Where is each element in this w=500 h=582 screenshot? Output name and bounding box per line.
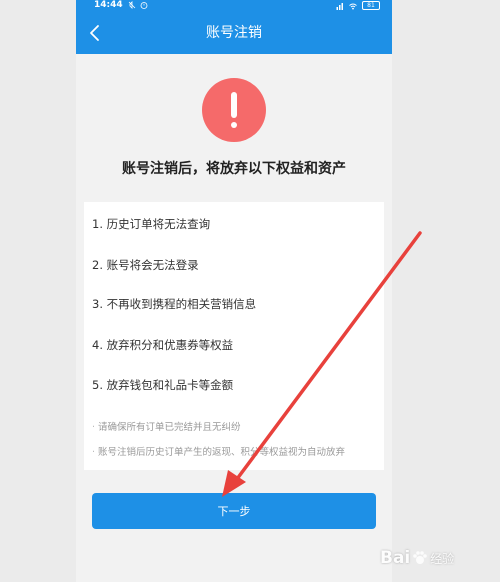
phone-screen: 14:44 81 账号注销 账号注销后，将放弃以下权益和资产 1. 历史订单将无… — [76, 0, 392, 582]
status-right-icons: 81 — [336, 1, 380, 10]
paw-icon — [413, 551, 428, 564]
signal-icon — [336, 2, 343, 10]
note-item: · 请确保所有订单已完结并且无纠纷 — [92, 422, 241, 433]
back-button[interactable] — [82, 20, 108, 46]
list-item: 3. 不再收到携程的相关营销信息 — [92, 297, 257, 311]
list-item: 4. 放弃积分和优惠券等权益 — [92, 338, 234, 352]
status-time: 14:44 — [94, 0, 123, 10]
page-title: 账号注销 — [206, 25, 262, 41]
note-item: · 账号注销后历史订单产生的返现、积分等权益视为自动放弃 — [92, 447, 346, 458]
warning-headline: 账号注销后，将放弃以下权益和资产 — [122, 161, 346, 177]
chevron-left-icon — [90, 25, 99, 41]
alarm-icon — [140, 2, 148, 9]
next-step-button[interactable]: 下一步 — [92, 493, 376, 529]
mute-icon — [128, 1, 136, 9]
status-bar: 14:44 81 — [76, 0, 392, 12]
battery-icon: 81 — [362, 1, 380, 10]
consequences-card: 1. 历史订单将无法查询 2. 账号将会无法登录 3. 不再收到携程的相关营销信… — [84, 202, 384, 470]
status-left-icons — [128, 1, 148, 9]
list-item: 2. 账号将会无法登录 — [92, 258, 199, 272]
list-item: 1. 历史订单将无法查询 — [92, 217, 211, 231]
wifi-icon — [349, 3, 357, 9]
nav-bar: 账号注销 — [76, 12, 392, 54]
baidu-watermark: Bai 经验 — [380, 548, 455, 568]
list-item: 5. 放弃钱包和礼品卡等金额 — [92, 378, 234, 392]
exclamation-icon — [202, 78, 266, 142]
